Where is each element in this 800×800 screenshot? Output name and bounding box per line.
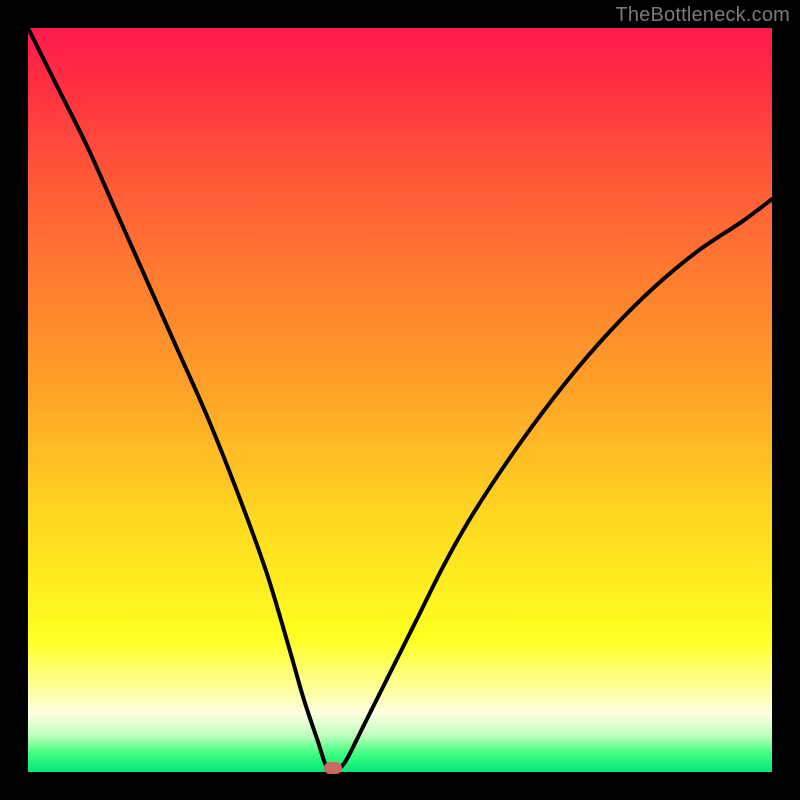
chart-frame: TheBottleneck.com (0, 0, 800, 800)
plot-area (28, 28, 772, 772)
bottleneck-curve (28, 28, 772, 772)
watermark-text: TheBottleneck.com (615, 4, 790, 27)
optimum-marker (324, 762, 342, 774)
